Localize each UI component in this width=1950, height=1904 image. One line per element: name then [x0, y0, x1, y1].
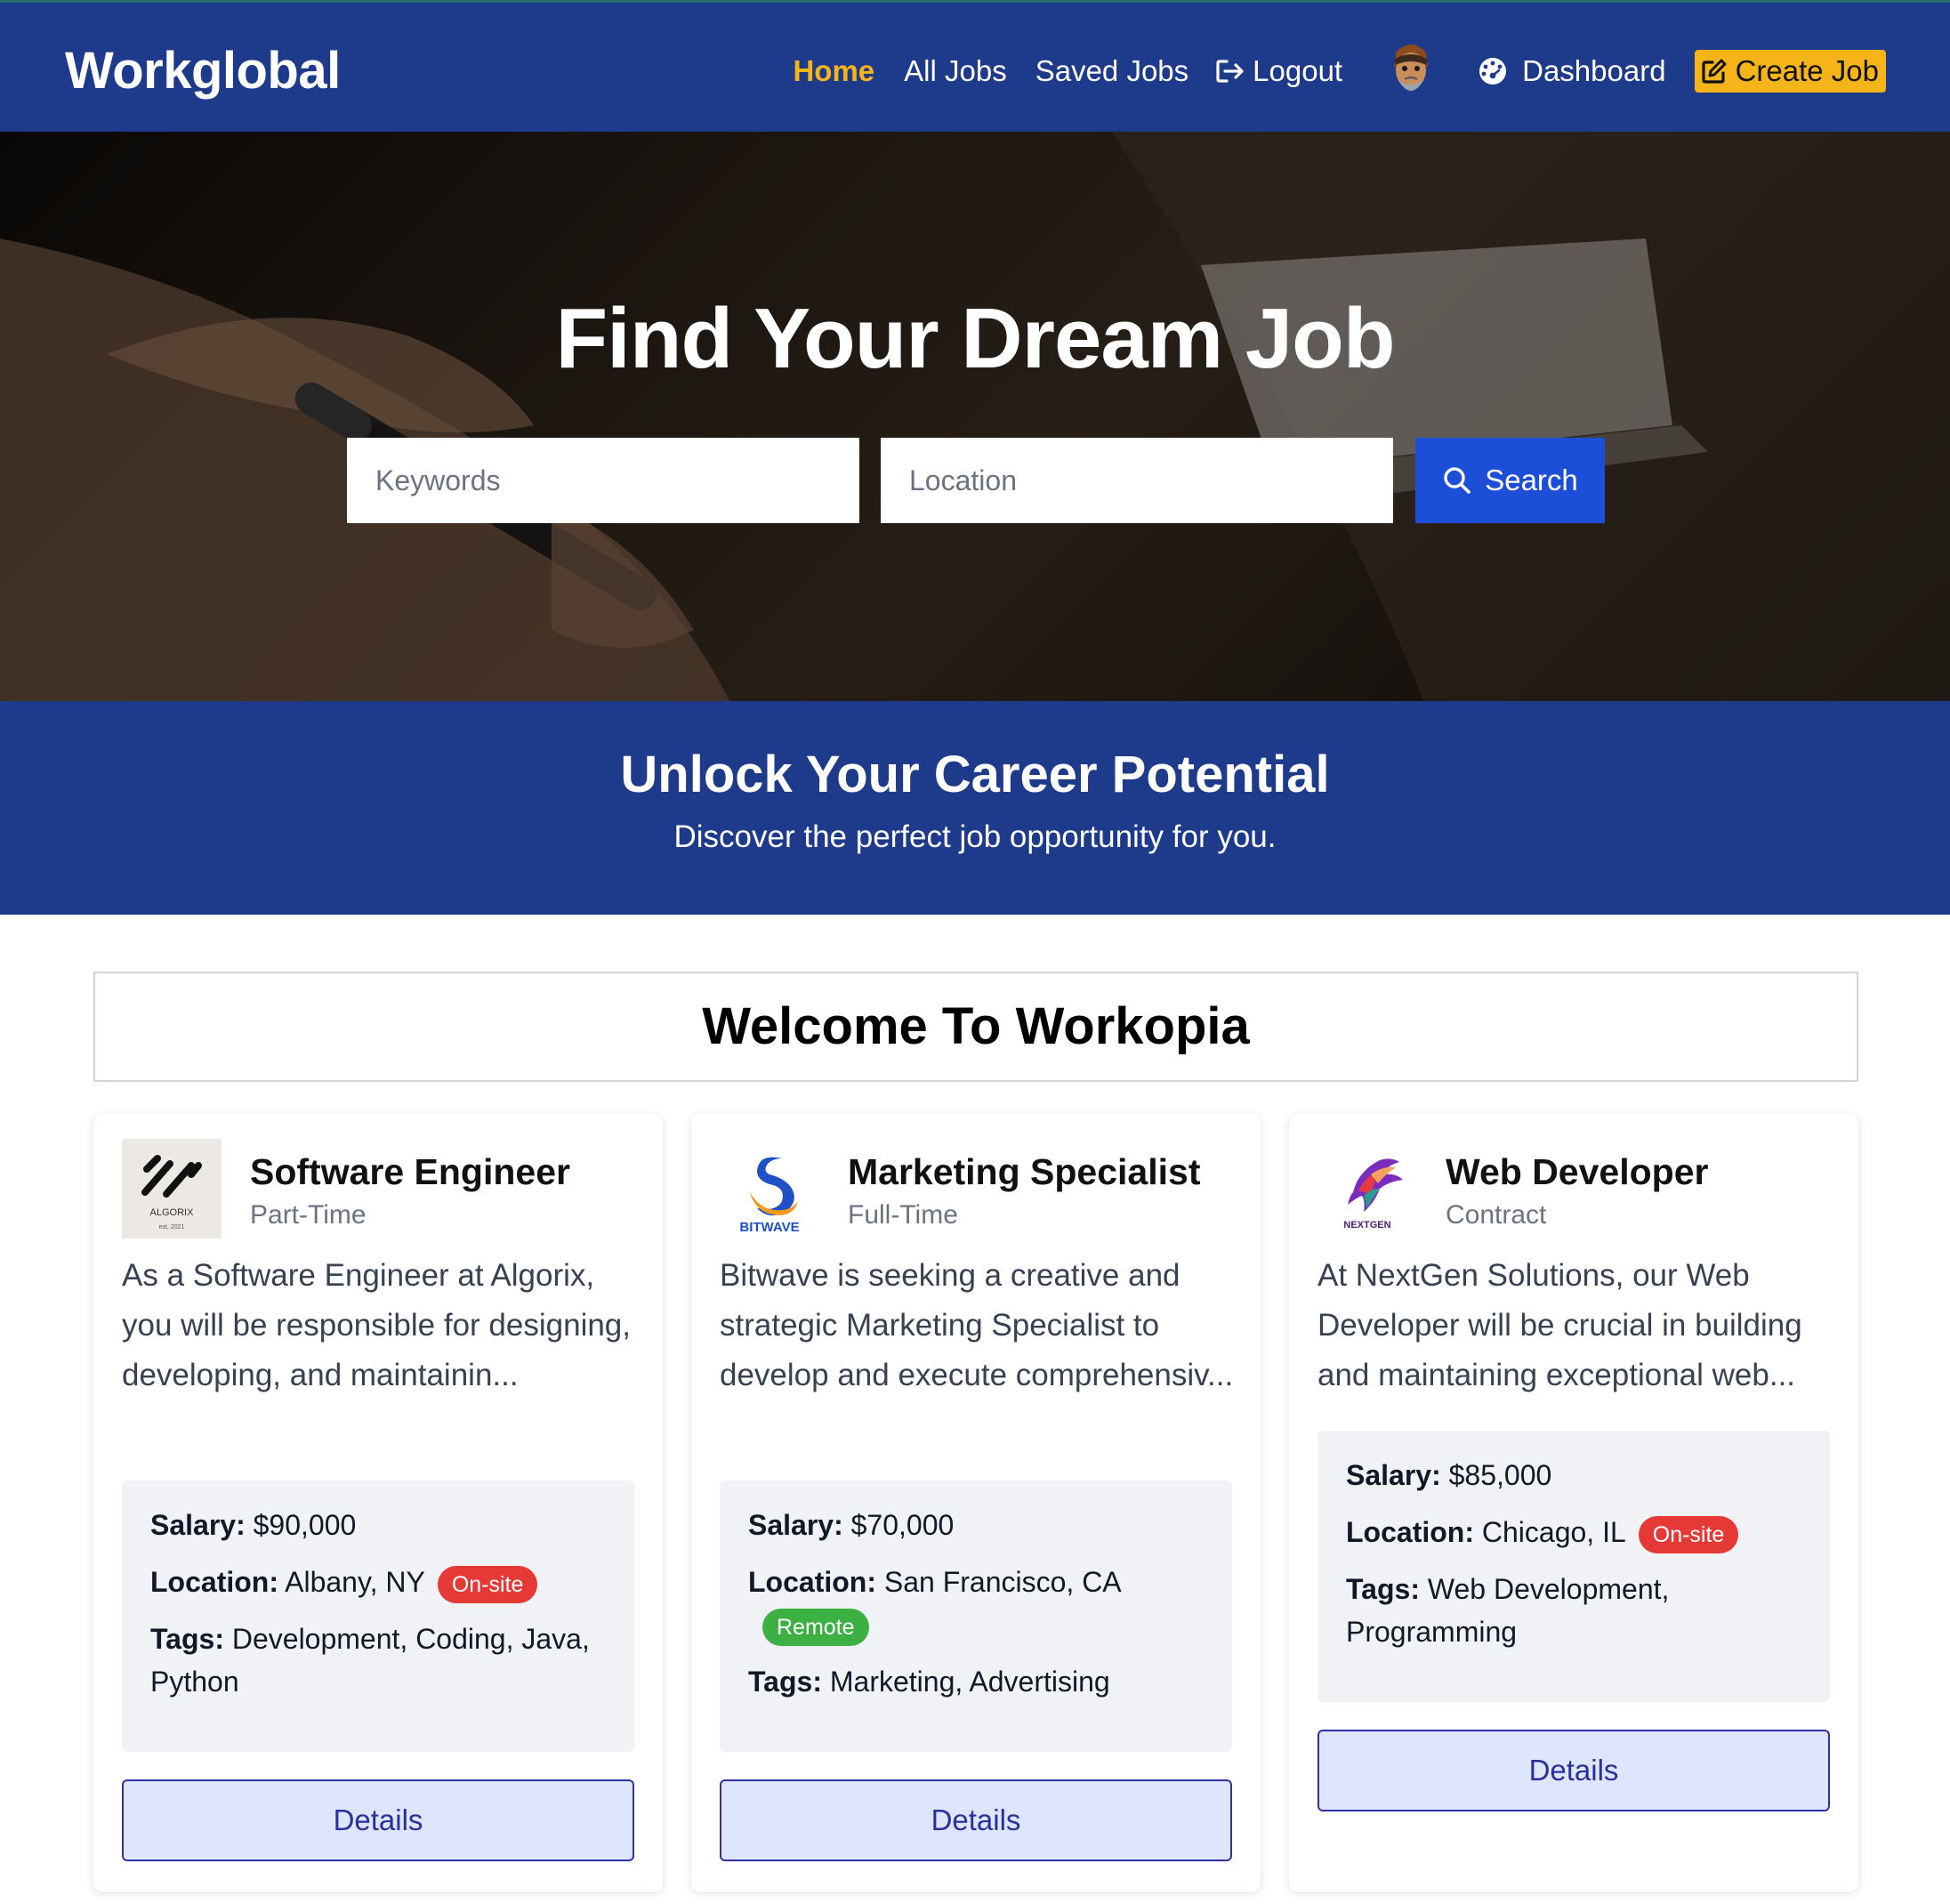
tags-label: Tags:: [150, 1623, 224, 1655]
logout-label: Logout: [1253, 54, 1343, 87]
location-row: Location: San Francisco, CA Remote: [748, 1561, 1204, 1646]
salary-value: $85,000: [1448, 1459, 1552, 1491]
job-info-box: Salary: $70,000 Location: San Francisco,…: [720, 1480, 1232, 1752]
details-button[interactable]: Details: [1317, 1730, 1830, 1811]
job-card: ALGORIX est. 2021 Software Engineer Part…: [93, 1114, 663, 1892]
hero-section: Find Your Dream Job Search: [0, 132, 1950, 701]
salary-row: Salary: $85,000: [1346, 1454, 1801, 1497]
navbar: Workglobal Home All Jobs Saved Jobs Logo…: [0, 3, 1950, 132]
location-value: Chicago, IL: [1481, 1516, 1626, 1548]
work-mode-badge: Remote: [762, 1608, 869, 1646]
job-type: Contract: [1446, 1200, 1547, 1230]
algorix-logo-subtext: est. 2021: [159, 1224, 185, 1230]
tags-value: Marketing, Advertising: [829, 1666, 1110, 1698]
location-label: Location:: [748, 1566, 876, 1598]
search-icon: [1444, 467, 1471, 494]
job-search-form: Search: [347, 438, 1605, 523]
nav-saved-jobs-link[interactable]: Saved Jobs: [1035, 47, 1189, 95]
job-type: Part-Time: [250, 1200, 367, 1230]
salary-label: Salary:: [748, 1509, 843, 1541]
job-card: BITWAVE Marketing Specialist Full-Time B…: [691, 1114, 1261, 1892]
create-job-button[interactable]: Create Job: [1694, 50, 1886, 93]
job-info-box: Salary: $85,000 Location: Chicago, IL On-…: [1317, 1431, 1830, 1702]
search-button-label: Search: [1485, 464, 1578, 496]
location-input[interactable]: [881, 438, 1393, 523]
gauge-icon: [1479, 58, 1507, 85]
nav-dashboard-link[interactable]: Dashboard: [1478, 47, 1666, 95]
hero-overlay: [0, 132, 1950, 701]
location-label: Location:: [1346, 1516, 1474, 1548]
tags-row: Tags: Development, Coding, Java, Python: [150, 1618, 606, 1703]
hero-title: Find Your Dream Job: [555, 291, 1396, 386]
algorix-logo-text: ALGORIX: [150, 1207, 195, 1218]
welcome-box: Welcome To Workopia: [93, 972, 1858, 1082]
job-title[interactable]: Software Engineer: [250, 1150, 570, 1194]
logout-icon: [1216, 60, 1244, 83]
job-type: Full-Time: [848, 1200, 958, 1230]
nav-logout-link[interactable]: Logout: [1215, 47, 1342, 95]
tags-row: Tags: Marketing, Advertising: [748, 1660, 1204, 1703]
tags-row: Tags: Web Development, Programming: [1346, 1568, 1801, 1653]
job-description: At NextGen Solutions, our Web Developer …: [1317, 1258, 1802, 1392]
user-avatar[interactable]: [1383, 40, 1438, 102]
nav-all-jobs-link[interactable]: All Jobs: [904, 47, 1007, 95]
nav-home-link[interactable]: Home: [793, 47, 874, 95]
nextgen-logo-text: NEXTGEN: [1343, 1220, 1390, 1230]
location-row: Location: Albany, NY On-site: [150, 1561, 606, 1603]
work-mode-badge: On-site: [1638, 1515, 1739, 1553]
company-logo: NEXTGEN: [1317, 1139, 1417, 1238]
salary-label: Salary:: [150, 1509, 246, 1541]
create-job-label: Create Job: [1735, 54, 1879, 87]
bitwave-logo-text: BITWAVE: [739, 1220, 799, 1235]
keywords-input[interactable]: [347, 438, 859, 523]
search-button[interactable]: Search: [1415, 438, 1605, 523]
salary-row: Salary: $70,000: [748, 1504, 1204, 1546]
company-logo: ALGORIX est. 2021: [122, 1139, 222, 1238]
location-row: Location: Chicago, IL On-site: [1346, 1511, 1801, 1553]
salary-label: Salary:: [1346, 1459, 1441, 1491]
job-title[interactable]: Marketing Specialist: [848, 1150, 1200, 1194]
location-label: Location:: [150, 1566, 278, 1598]
salary-row: Salary: $90,000: [150, 1504, 606, 1546]
tags-label: Tags:: [1346, 1573, 1420, 1605]
welcome-title: Welcome To Workopia: [702, 997, 1250, 1055]
details-button[interactable]: Details: [122, 1779, 634, 1861]
nextgen-logo-icon: NEXTGEN: [1343, 1158, 1403, 1230]
location-value: San Francisco, CA: [883, 1566, 1122, 1598]
job-card: NEXTGEN Web Developer Contract At NextGe…: [1289, 1114, 1858, 1892]
brand-logo[interactable]: Workglobal: [65, 40, 341, 102]
job-description: Bitwave is seeking a creative and strate…: [720, 1258, 1234, 1392]
tags-label: Tags:: [748, 1666, 822, 1698]
dashboard-label: Dashboard: [1522, 54, 1666, 87]
career-banner: Unlock Your Career Potential Discover th…: [0, 701, 1950, 915]
nav-links: Home All Jobs Saved Jobs Logout Dashboar…: [793, 44, 1886, 95]
details-button[interactable]: Details: [720, 1779, 1232, 1861]
edit-icon: [1701, 59, 1727, 84]
banner-title: Unlock Your Career Potential: [620, 746, 1330, 803]
location-value: Albany, NY: [285, 1566, 425, 1598]
salary-value: $90,000: [253, 1509, 357, 1541]
algorix-logo-icon: ALGORIX est. 2021: [141, 1155, 202, 1230]
salary-value: $70,000: [850, 1509, 955, 1541]
job-title[interactable]: Web Developer: [1446, 1150, 1708, 1194]
job-description: As a Software Engineer at Algorix, you w…: [122, 1258, 631, 1392]
banner-subtitle: Discover the perfect job opportunity for…: [673, 819, 1277, 854]
bitwave-logo-icon: BITWAVE: [739, 1157, 800, 1235]
job-info-box: Salary: $90,000 Location: Albany, NY On-s…: [122, 1480, 634, 1752]
work-mode-badge: On-site: [437, 1565, 538, 1603]
company-logo: BITWAVE: [720, 1139, 819, 1238]
